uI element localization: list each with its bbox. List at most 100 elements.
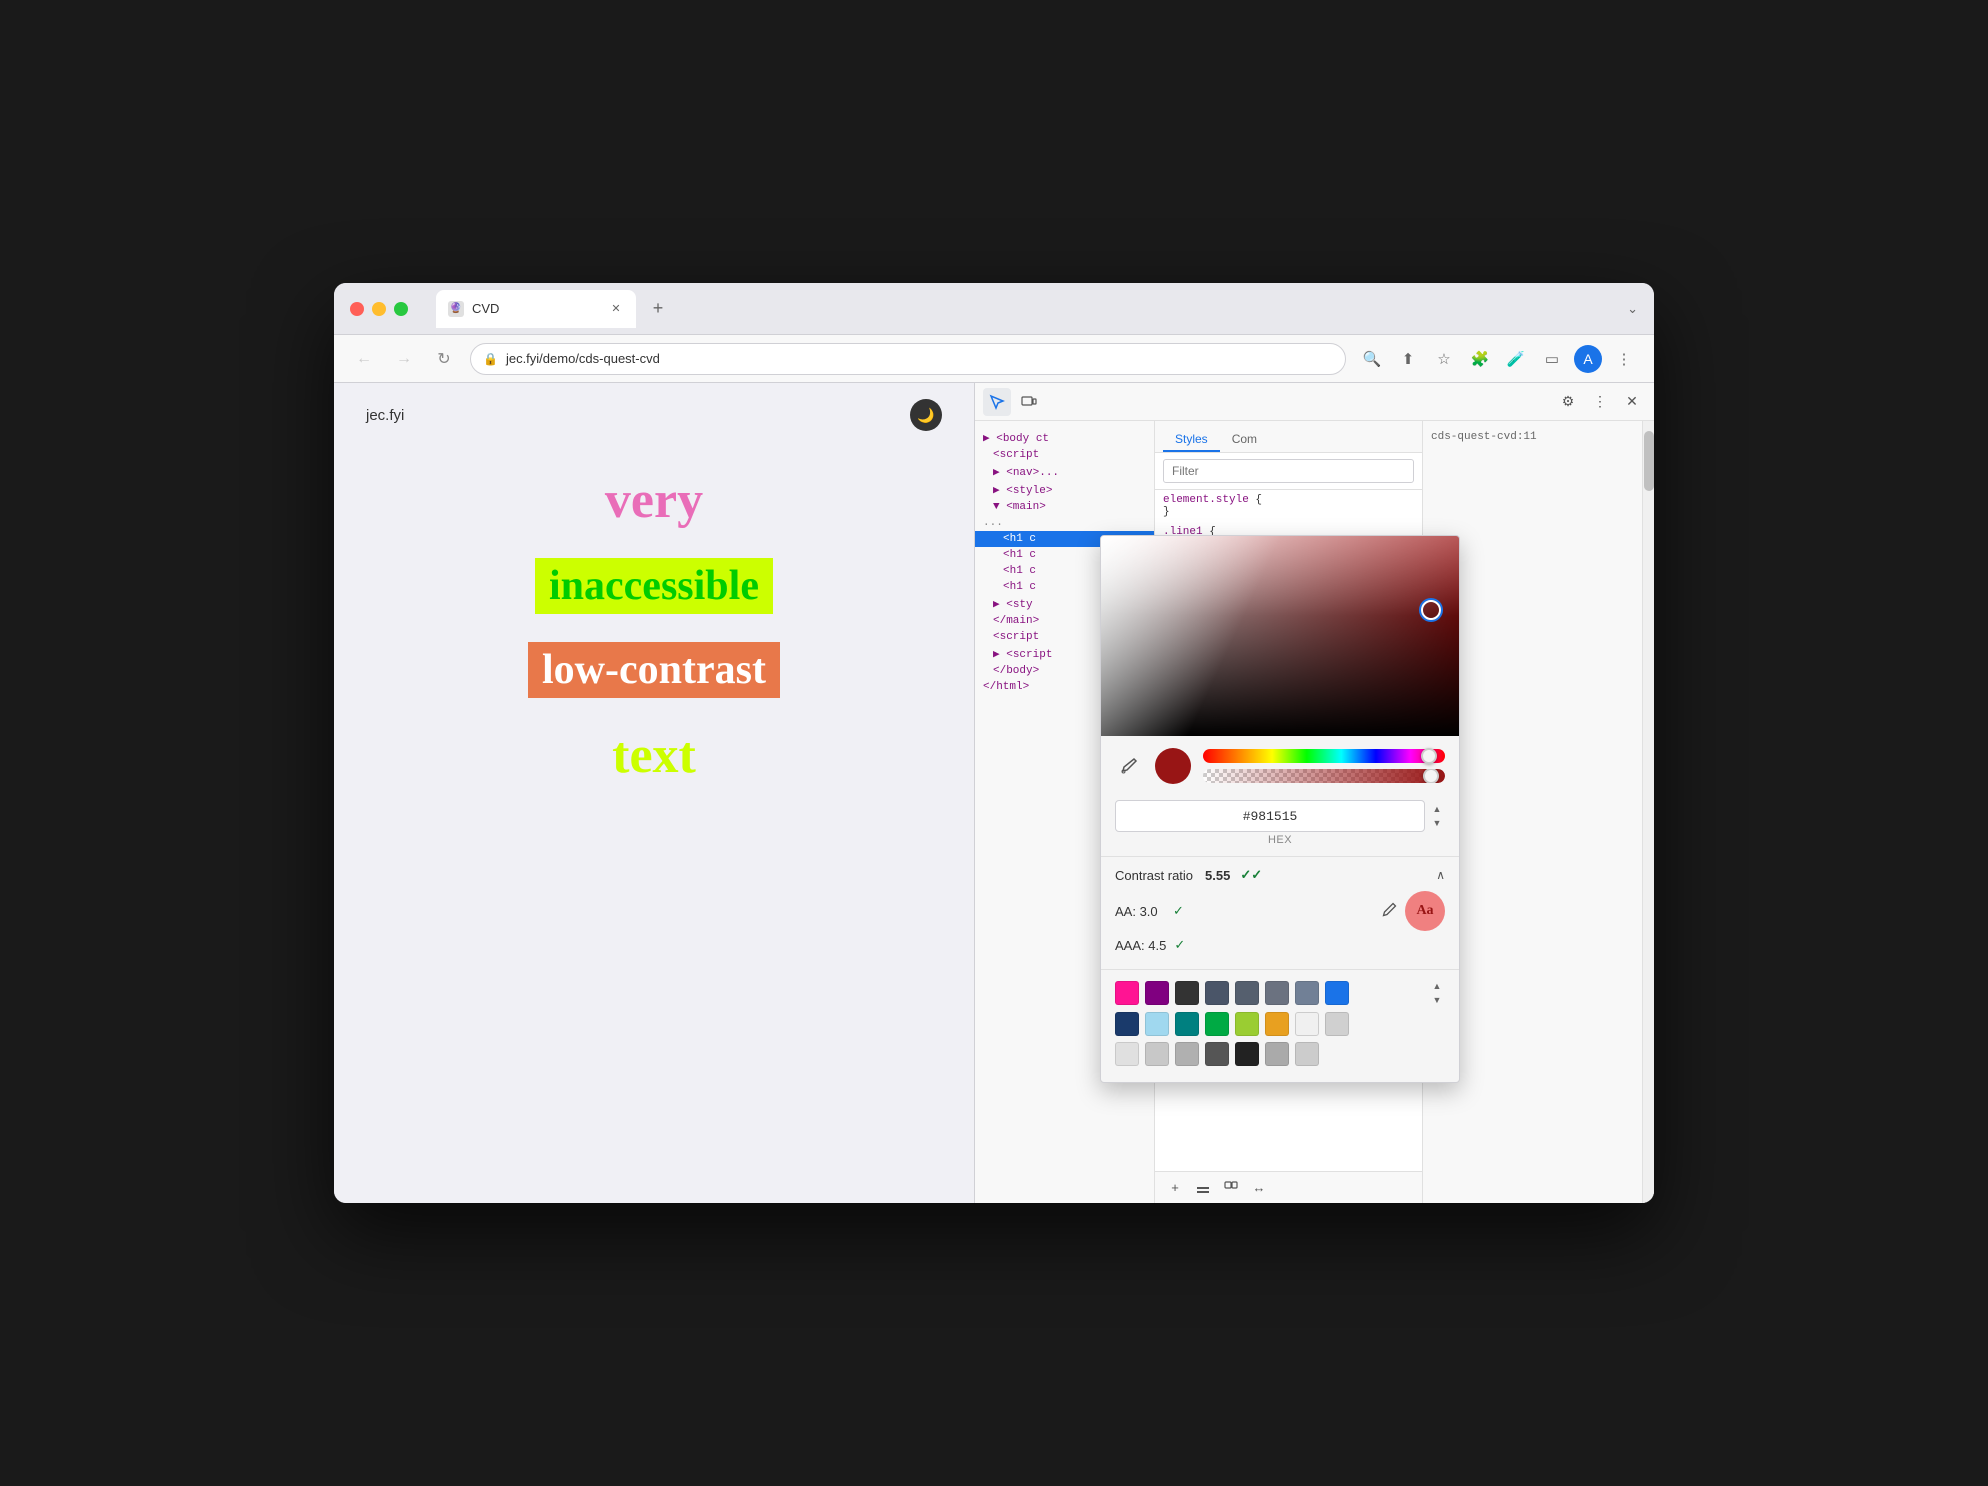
- word-very: very: [605, 471, 703, 530]
- tab-favicon: 🔮: [448, 301, 464, 317]
- alpha-gradient: [1203, 769, 1445, 783]
- back-button[interactable]: ←: [350, 345, 378, 373]
- hue-thumb[interactable]: [1421, 748, 1437, 764]
- aa-label: AA: 3.0: [1115, 904, 1165, 919]
- swatch[interactable]: [1235, 1042, 1259, 1066]
- minimize-window-button[interactable]: [372, 302, 386, 316]
- hex-input[interactable]: [1115, 800, 1425, 832]
- contrast-collapse-button[interactable]: ∧: [1436, 868, 1445, 882]
- dom-line[interactable]: ▼ <main>: [975, 499, 1154, 515]
- swatch[interactable]: [1235, 1012, 1259, 1036]
- swatch[interactable]: [1325, 981, 1349, 1005]
- new-tab-button[interactable]: +: [644, 295, 672, 323]
- color-gradient[interactable]: [1101, 536, 1459, 736]
- hue-slider[interactable]: [1203, 749, 1445, 763]
- swatch[interactable]: [1295, 1042, 1319, 1066]
- extensions-button[interactable]: 🧩: [1466, 345, 1494, 373]
- swatch[interactable]: [1145, 1042, 1169, 1066]
- swatch[interactable]: [1175, 981, 1199, 1005]
- swatch[interactable]: [1115, 1042, 1139, 1066]
- devtools-scrollbar[interactable]: [1642, 421, 1654, 1203]
- search-button[interactable]: 🔍: [1358, 345, 1386, 373]
- dom-line[interactable]: <script: [975, 447, 1154, 463]
- eyedropper-button[interactable]: [1115, 752, 1143, 780]
- scrollbar-thumb[interactable]: [1644, 431, 1654, 491]
- swatch[interactable]: [1265, 1012, 1289, 1036]
- browser-tab[interactable]: 🔮 CVD ✕: [436, 290, 636, 328]
- word-low-contrast: low-contrast: [528, 642, 780, 698]
- tab-more-button[interactable]: ⌄: [1627, 301, 1638, 317]
- dark-mode-button[interactable]: 🌙: [910, 399, 942, 431]
- styles-tab[interactable]: Styles: [1163, 428, 1220, 452]
- aa-preview: Aa: [1405, 891, 1445, 931]
- swatch[interactable]: [1115, 1012, 1139, 1036]
- gradient-overlay: [1101, 536, 1459, 736]
- title-bar: 🔮 CVD ✕ + ⌄: [334, 283, 1654, 335]
- swatch[interactable]: [1295, 981, 1319, 1005]
- color-cursor[interactable]: [1421, 600, 1441, 620]
- url-text: jec.fyi/demo/cds-quest-cvd: [506, 351, 1333, 366]
- word-text: text: [612, 726, 696, 785]
- add-rule-button[interactable]: +: [1163, 1176, 1187, 1200]
- alpha-thumb[interactable]: [1423, 769, 1439, 783]
- close-window-button[interactable]: [350, 302, 364, 316]
- swatch[interactable]: [1205, 1042, 1229, 1066]
- aaa-row: AAA: 4.5 ✓: [1115, 937, 1445, 953]
- word-inaccessible: inaccessible: [535, 558, 773, 614]
- dom-line[interactable]: ▶ <body ct: [975, 429, 1154, 447]
- swatch[interactable]: [1175, 1012, 1199, 1036]
- bookmark-button[interactable]: ☆: [1430, 345, 1458, 373]
- aaa-check: ✓: [1174, 937, 1185, 953]
- element-picker-button[interactable]: [983, 388, 1011, 416]
- contrast-value-row: Contrast ratio 5.55 ✓✓: [1115, 867, 1262, 883]
- swatch[interactable]: [1235, 981, 1259, 1005]
- style-selector: element.style {: [1163, 494, 1414, 506]
- swatch[interactable]: [1205, 981, 1229, 1005]
- share-button[interactable]: ⬆: [1394, 345, 1422, 373]
- contrast-section: Contrast ratio 5.55 ✓✓ ∧ AA: 3.0 ✓: [1101, 856, 1459, 969]
- filter-input[interactable]: [1163, 459, 1414, 483]
- computed-tab[interactable]: Com: [1220, 428, 1269, 452]
- url-bar[interactable]: 🔒 jec.fyi/demo/cds-quest-cvd: [470, 343, 1346, 375]
- labs-button[interactable]: 🧪: [1502, 345, 1530, 373]
- swatches-up-arrow[interactable]: ▲: [1429, 980, 1445, 992]
- maximize-window-button[interactable]: [394, 302, 408, 316]
- device-toggle-button[interactable]: [1015, 388, 1043, 416]
- settings-button[interactable]: ⚙: [1554, 388, 1582, 416]
- mac-window: 🔮 CVD ✕ + ⌄ ← → ↻ 🔒 jec.fyi/demo/cds-que…: [334, 283, 1654, 1203]
- hex-label: HEX: [1268, 834, 1292, 846]
- forward-button[interactable]: →: [390, 345, 418, 373]
- swatch[interactable]: [1175, 1042, 1199, 1066]
- webpage-words: very inaccessible low-contrast text: [334, 447, 974, 809]
- reload-button[interactable]: ↻: [430, 345, 458, 373]
- swatches-down-arrow[interactable]: ▼: [1429, 994, 1445, 1006]
- swatches-section: ▲ ▼: [1101, 969, 1459, 1082]
- swatch[interactable]: [1205, 1012, 1229, 1036]
- source-link[interactable]: cds-quest-cvd:11: [1431, 429, 1634, 445]
- close-devtools-button[interactable]: ✕: [1618, 388, 1646, 416]
- swatch[interactable]: [1265, 1042, 1289, 1066]
- layout-button[interactable]: [1219, 1176, 1243, 1200]
- add-style-button[interactable]: [1191, 1176, 1215, 1200]
- sidebar-button[interactable]: ▭: [1538, 345, 1566, 373]
- more-options-button[interactable]: ⋮: [1586, 388, 1614, 416]
- menu-button[interactable]: ⋮: [1610, 345, 1638, 373]
- swatch[interactable]: [1145, 981, 1169, 1005]
- swatch[interactable]: [1325, 1012, 1349, 1036]
- hex-down-arrow[interactable]: ▼: [1429, 817, 1445, 829]
- color-picker-popup: ▲ ▼ HEX Contrast ratio 5.55 ✓✓ ∧: [1100, 535, 1460, 1083]
- swatch[interactable]: [1295, 1012, 1319, 1036]
- swatch[interactable]: [1145, 1012, 1169, 1036]
- dom-line[interactable]: ▶ <style>: [975, 481, 1154, 499]
- hex-up-arrow[interactable]: ▲: [1429, 803, 1445, 815]
- profile-button[interactable]: A: [1574, 345, 1602, 373]
- alpha-slider[interactable]: [1203, 769, 1445, 783]
- swatch[interactable]: [1115, 981, 1139, 1005]
- toggle-button[interactable]: ↔: [1247, 1176, 1271, 1200]
- color-controls: [1101, 736, 1459, 796]
- hex-container: ▲ ▼: [1115, 800, 1445, 832]
- tab-close-button[interactable]: ✕: [608, 301, 624, 317]
- dom-line[interactable]: ▶ <nav>...: [975, 463, 1154, 481]
- contrast-eyedropper[interactable]: [1381, 902, 1397, 921]
- swatch[interactable]: [1265, 981, 1289, 1005]
